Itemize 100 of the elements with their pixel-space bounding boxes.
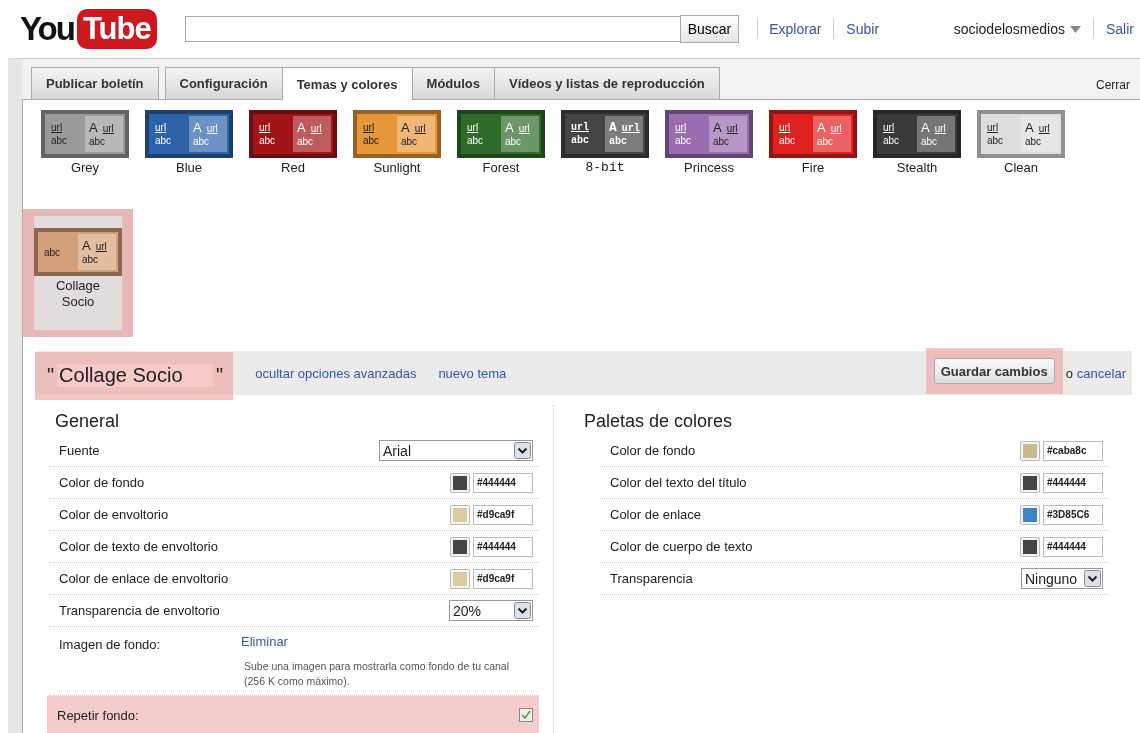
hex-field[interactable]: #d9ca9f [473, 568, 533, 589]
preview-text: abc [883, 134, 901, 147]
theme-tile[interactable]: url abc A url abc 8-bit [561, 108, 649, 179]
theme-name: Fire [801, 160, 825, 175]
theme-tile[interactable]: url abc A url abc Grey [41, 108, 129, 179]
hex-field[interactable]: #caba8c [1043, 440, 1103, 461]
tab[interactable]: Publicar boletín [31, 67, 159, 99]
check-icon [521, 710, 531, 720]
preview-link: url [518, 122, 530, 134]
dropdown[interactable]: Arial [379, 440, 533, 461]
theme-tile[interactable]: url abc A url abc Red [249, 108, 337, 179]
preview-link: url [363, 121, 376, 134]
theme-tile[interactable]: abc A url abc Collage Socio [23, 209, 133, 337]
caret-icon [1070, 25, 1081, 33]
quote-mark: " [47, 364, 55, 387]
preview-text: abc [609, 134, 628, 148]
save-button[interactable]: Guardar cambios [933, 358, 1055, 384]
preview-link: url [726, 122, 738, 134]
checkbox[interactable] [519, 708, 533, 722]
preview-link: url [206, 122, 218, 134]
preview-title: A [297, 119, 306, 135]
preview-text: abc [675, 134, 693, 147]
theme-name-field[interactable]: Collage Socio [57, 364, 214, 387]
theme-name: Clean [1004, 160, 1038, 175]
preview-title: A [82, 237, 91, 253]
dropdown-value: Arial [383, 442, 411, 459]
field-label: Color de enlace de envoltorio [59, 571, 230, 586]
hex-field[interactable]: #444444 [1043, 472, 1103, 493]
preview-text: abc [297, 134, 315, 148]
nav-link[interactable]: Subir [846, 21, 880, 37]
field-label: Color de fondo [59, 475, 146, 490]
hex-field[interactable]: #444444 [473, 472, 533, 493]
theme-tile[interactable]: url abc A url abc Blue [145, 108, 233, 179]
preview-text: abc [571, 134, 590, 147]
close-link[interactable]: Cerrar [1096, 74, 1130, 92]
logo-badge[interactable]: Tube [76, 9, 157, 49]
nav-link[interactable]: Explorar [769, 21, 822, 37]
dropdown[interactable]: Ninguno [1021, 568, 1103, 589]
hex-field[interactable]: #d9ca9f [473, 504, 533, 525]
remove-link[interactable]: Eliminar [241, 633, 288, 649]
dropdown-value: Ninguno [1025, 570, 1078, 587]
preview-text: abc [1025, 134, 1043, 148]
preview-title: A [1025, 119, 1034, 135]
preview-link: url [1038, 122, 1050, 134]
theme-tile[interactable]: url abc A url abc Clean [977, 108, 1065, 179]
preview-text: abc [193, 134, 211, 148]
tab[interactable]: Módulos [411, 67, 495, 99]
preview-text: abc [89, 134, 107, 148]
theme-name: 8-bit [585, 160, 625, 175]
preview-title: A [505, 119, 514, 135]
preview-text: abc [467, 134, 485, 147]
search-field[interactable] [184, 16, 681, 42]
preview-link: url [883, 121, 896, 134]
tab[interactable]: Temas y colores [281, 67, 413, 100]
search-button[interactable]: Buscar [679, 15, 740, 43]
theme-tile[interactable]: url abc A url abc Princess [665, 108, 753, 179]
logo-text[interactable]: You [20, 10, 74, 48]
preview-text: abc [713, 134, 731, 148]
option-link[interactable]: ocultar opciones avanzadas [255, 365, 417, 381]
preview-link: url [259, 121, 272, 134]
preview-link: url [155, 121, 168, 134]
theme-tile[interactable]: url abc A url abc Stealth [873, 108, 961, 179]
field-label: Color del texto del título [610, 475, 748, 490]
preview-text: abc [779, 134, 797, 147]
field-label: Color de fondo [610, 443, 697, 458]
dropdown[interactable]: 20% [449, 600, 533, 621]
preview-link: url [571, 121, 590, 134]
section-title: General [55, 411, 121, 431]
preview-text: abc [505, 134, 523, 148]
tab[interactable]: Vídeos y listas de reproducción [494, 67, 720, 99]
preview-link: url [621, 122, 640, 134]
preview-link: url [310, 122, 322, 134]
quote-mark: " [216, 364, 224, 387]
cancel-link[interactable]: cancelar [1076, 365, 1126, 381]
preview-text: abc [82, 252, 100, 266]
preview-link: url [414, 122, 426, 134]
theme-name: Grey [70, 160, 100, 175]
theme-name: Princess [684, 160, 734, 175]
field-label: Color de envoltorio [59, 507, 170, 522]
preview-text: abc [259, 134, 277, 147]
field-label: Repetir fondo: [57, 707, 140, 723]
theme-tile[interactable]: url abc A url abc Fire [769, 108, 857, 179]
or-text: o [1065, 365, 1073, 381]
field-label: Transparencia de envoltorio [59, 603, 221, 618]
theme-name: Collage Socio [54, 278, 102, 310]
help-text: Sube una imagen para mostrarla como fondo de tu canal (256 K como máximo). [244, 659, 510, 689]
hex-field[interactable]: #3D85C6 [1043, 504, 1103, 525]
preview-link: url [51, 121, 64, 134]
option-link[interactable]: nuevo tema [438, 365, 507, 381]
preview-text: abc [155, 134, 173, 147]
theme-tile[interactable]: url abc A url abc Sunlight [353, 108, 441, 179]
preview-title: A [713, 119, 722, 135]
hex-field[interactable]: #444444 [1043, 536, 1103, 557]
field-label: Transparencia [610, 571, 694, 586]
hex-field[interactable]: #444444 [473, 536, 533, 557]
tab[interactable]: Configuración [164, 67, 283, 99]
signout-link[interactable]: Salir [1106, 21, 1134, 37]
preview-link: url [467, 121, 480, 134]
theme-tile[interactable]: url abc A url abc Forest [457, 108, 545, 179]
preview-text: abc [401, 134, 419, 148]
